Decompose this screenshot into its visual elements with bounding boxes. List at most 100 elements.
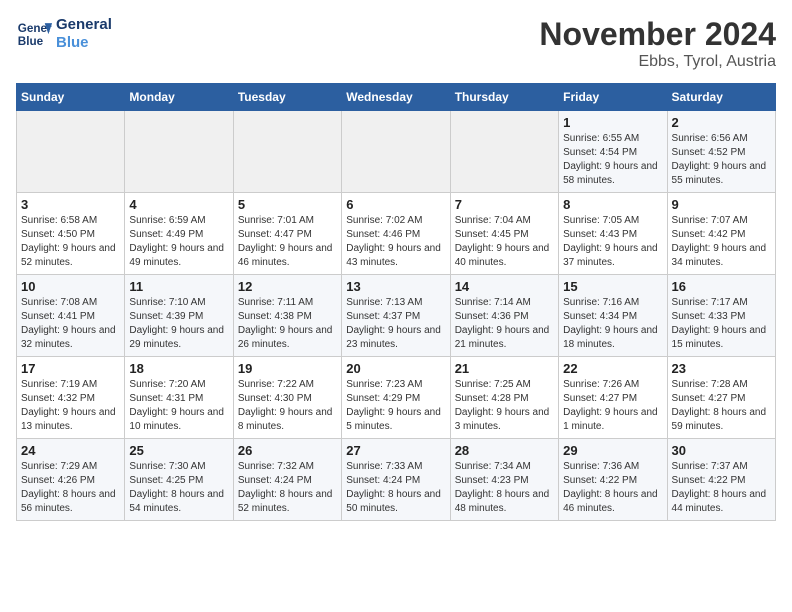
day-number: 30	[672, 443, 771, 458]
location-title: Ebbs, Tyrol, Austria	[539, 53, 776, 71]
calendar-week-2: 3 Sunrise: 6:58 AM Sunset: 4:50 PM Daylig…	[17, 193, 776, 275]
day-number: 11	[129, 279, 228, 294]
header-saturday: Saturday	[667, 84, 775, 111]
calendar-cell: 3 Sunrise: 6:58 AM Sunset: 4:50 PM Daylig…	[17, 193, 125, 275]
day-number: 1	[563, 115, 662, 130]
calendar-cell: 12 Sunrise: 7:11 AM Sunset: 4:38 PM Dayli…	[233, 275, 341, 357]
day-info: Sunrise: 7:37 AM Sunset: 4:22 PM Dayligh…	[672, 460, 771, 516]
calendar-cell: 10Sunrise: 7:08 AM Sunset: 4:41 PM Dayli…	[17, 275, 125, 357]
day-number: 3	[21, 197, 120, 212]
day-info: Sunrise: 7:05 AM Sunset: 4:43 PM Dayligh…	[563, 214, 662, 270]
day-number: 29	[563, 443, 662, 458]
calendar-cell: 28 Sunrise: 7:34 AM Sunset: 4:23 PM Dayli…	[450, 439, 558, 521]
day-info: Sunrise: 7:36 AM Sunset: 4:22 PM Dayligh…	[563, 460, 662, 516]
day-number: 12	[238, 279, 337, 294]
svg-text:Blue: Blue	[18, 35, 44, 48]
calendar-cell: 9 Sunrise: 7:07 AM Sunset: 4:42 PM Daylig…	[667, 193, 775, 275]
logo-icon: General Blue	[16, 16, 52, 52]
day-number: 7	[455, 197, 554, 212]
logo-blue: Blue	[56, 34, 112, 52]
day-info: Sunrise: 6:59 AM Sunset: 4:49 PM Dayligh…	[129, 214, 228, 270]
calendar-cell	[125, 111, 233, 193]
calendar-cell	[450, 111, 558, 193]
calendar-week-4: 17Sunrise: 7:19 AM Sunset: 4:32 PM Dayli…	[17, 357, 776, 439]
calendar-body: 1Sunrise: 6:55 AM Sunset: 4:54 PM Daylig…	[17, 111, 776, 521]
calendar-cell: 22 Sunrise: 7:26 AM Sunset: 4:27 PM Dayli…	[559, 357, 667, 439]
calendar-cell: 15Sunrise: 7:16 AM Sunset: 4:34 PM Dayli…	[559, 275, 667, 357]
calendar-week-3: 10Sunrise: 7:08 AM Sunset: 4:41 PM Dayli…	[17, 275, 776, 357]
calendar-cell: 25 Sunrise: 7:30 AM Sunset: 4:25 PM Dayli…	[125, 439, 233, 521]
calendar-cell: 8 Sunrise: 7:05 AM Sunset: 4:43 PM Daylig…	[559, 193, 667, 275]
day-info: Sunrise: 7:20 AM Sunset: 4:31 PM Dayligh…	[129, 378, 228, 434]
day-number: 5	[238, 197, 337, 212]
day-info: Sunrise: 7:11 AM Sunset: 4:38 PM Dayligh…	[238, 296, 337, 352]
header-friday: Friday	[559, 84, 667, 111]
day-info: Sunrise: 7:17 AM Sunset: 4:33 PM Dayligh…	[672, 296, 771, 352]
calendar-cell: 4 Sunrise: 6:59 AM Sunset: 4:49 PM Daylig…	[125, 193, 233, 275]
calendar-cell: 19 Sunrise: 7:22 AM Sunset: 4:30 PM Dayli…	[233, 357, 341, 439]
day-number: 24	[21, 443, 120, 458]
day-number: 23	[672, 361, 771, 376]
day-number: 21	[455, 361, 554, 376]
header-thursday: Thursday	[450, 84, 558, 111]
day-info: Sunrise: 7:23 AM Sunset: 4:29 PM Dayligh…	[346, 378, 445, 434]
day-number: 22	[563, 361, 662, 376]
day-number: 2	[672, 115, 771, 130]
day-number: 4	[129, 197, 228, 212]
calendar-cell: 30 Sunrise: 7:37 AM Sunset: 4:22 PM Dayli…	[667, 439, 775, 521]
calendar-cell: 21Sunrise: 7:25 AM Sunset: 4:28 PM Dayli…	[450, 357, 558, 439]
header-tuesday: Tuesday	[233, 84, 341, 111]
header-sunday: Sunday	[17, 84, 125, 111]
day-number: 6	[346, 197, 445, 212]
logo-general: General	[56, 16, 112, 34]
day-info: Sunrise: 7:10 AM Sunset: 4:39 PM Dayligh…	[129, 296, 228, 352]
day-number: 8	[563, 197, 662, 212]
calendar-cell: 7 Sunrise: 7:04 AM Sunset: 4:45 PM Daylig…	[450, 193, 558, 275]
day-info: Sunrise: 7:28 AM Sunset: 4:27 PM Dayligh…	[672, 378, 771, 434]
day-info: Sunrise: 7:07 AM Sunset: 4:42 PM Dayligh…	[672, 214, 771, 270]
page-header: General Blue General Blue November 2024 …	[16, 16, 776, 71]
day-info: Sunrise: 7:29 AM Sunset: 4:26 PM Dayligh…	[21, 460, 120, 516]
day-number: 27	[346, 443, 445, 458]
calendar-cell: 5 Sunrise: 7:01 AM Sunset: 4:47 PM Daylig…	[233, 193, 341, 275]
day-info: Sunrise: 7:26 AM Sunset: 4:27 PM Dayligh…	[563, 378, 662, 434]
day-number: 19	[238, 361, 337, 376]
day-info: Sunrise: 7:02 AM Sunset: 4:46 PM Dayligh…	[346, 214, 445, 270]
day-number: 20	[346, 361, 445, 376]
calendar-cell: 23 Sunrise: 7:28 AM Sunset: 4:27 PM Dayli…	[667, 357, 775, 439]
calendar-cell: 13Sunrise: 7:13 AM Sunset: 4:37 PM Dayli…	[342, 275, 450, 357]
calendar-cell: 16Sunrise: 7:17 AM Sunset: 4:33 PM Dayli…	[667, 275, 775, 357]
day-info: Sunrise: 7:34 AM Sunset: 4:23 PM Dayligh…	[455, 460, 554, 516]
calendar-cell	[17, 111, 125, 193]
day-info: Sunrise: 7:04 AM Sunset: 4:45 PM Dayligh…	[455, 214, 554, 270]
calendar-week-5: 24 Sunrise: 7:29 AM Sunset: 4:26 PM Dayli…	[17, 439, 776, 521]
day-info: Sunrise: 7:01 AM Sunset: 4:47 PM Dayligh…	[238, 214, 337, 270]
calendar-cell: 17Sunrise: 7:19 AM Sunset: 4:32 PM Dayli…	[17, 357, 125, 439]
day-info: Sunrise: 7:19 AM Sunset: 4:32 PM Dayligh…	[21, 378, 120, 434]
calendar-week-1: 1Sunrise: 6:55 AM Sunset: 4:54 PM Daylig…	[17, 111, 776, 193]
calendar-cell: 27Sunrise: 7:33 AM Sunset: 4:24 PM Dayli…	[342, 439, 450, 521]
day-info: Sunrise: 7:14 AM Sunset: 4:36 PM Dayligh…	[455, 296, 554, 352]
calendar-cell: 29 Sunrise: 7:36 AM Sunset: 4:22 PM Dayli…	[559, 439, 667, 521]
day-number: 25	[129, 443, 228, 458]
logo: General Blue General Blue	[16, 16, 112, 52]
calendar-cell: 2Sunrise: 6:56 AM Sunset: 4:52 PM Daylig…	[667, 111, 775, 193]
day-info: Sunrise: 7:30 AM Sunset: 4:25 PM Dayligh…	[129, 460, 228, 516]
calendar-cell: 14Sunrise: 7:14 AM Sunset: 4:36 PM Dayli…	[450, 275, 558, 357]
day-number: 13	[346, 279, 445, 294]
day-number: 28	[455, 443, 554, 458]
day-number: 26	[238, 443, 337, 458]
day-info: Sunrise: 7:32 AM Sunset: 4:24 PM Dayligh…	[238, 460, 337, 516]
day-info: Sunrise: 6:58 AM Sunset: 4:50 PM Dayligh…	[21, 214, 120, 270]
calendar-cell: 6 Sunrise: 7:02 AM Sunset: 4:46 PM Daylig…	[342, 193, 450, 275]
calendar-cell: 20 Sunrise: 7:23 AM Sunset: 4:29 PM Dayli…	[342, 357, 450, 439]
day-number: 9	[672, 197, 771, 212]
calendar-header-row: SundayMondayTuesdayWednesdayThursdayFrid…	[17, 84, 776, 111]
header-monday: Monday	[125, 84, 233, 111]
header-wednesday: Wednesday	[342, 84, 450, 111]
calendar-table: SundayMondayTuesdayWednesdayThursdayFrid…	[16, 83, 776, 521]
day-number: 18	[129, 361, 228, 376]
day-info: Sunrise: 7:22 AM Sunset: 4:30 PM Dayligh…	[238, 378, 337, 434]
day-number: 10	[21, 279, 120, 294]
calendar-cell: 18 Sunrise: 7:20 AM Sunset: 4:31 PM Dayli…	[125, 357, 233, 439]
